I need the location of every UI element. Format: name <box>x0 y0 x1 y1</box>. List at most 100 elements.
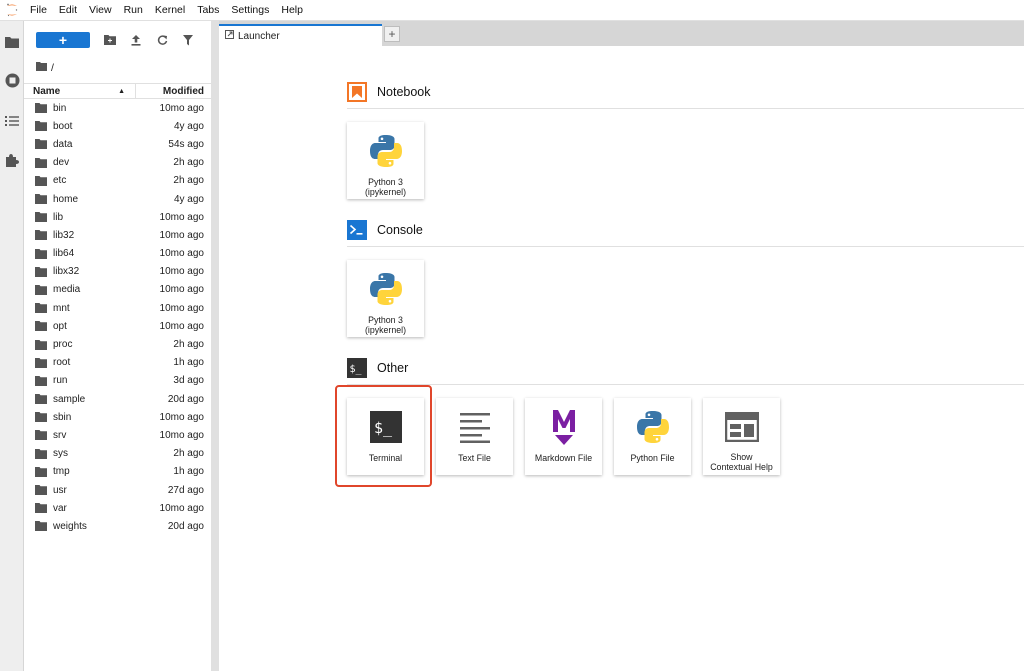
file-row[interactable]: tmp 1h ago <box>24 463 211 481</box>
folder-icon <box>35 485 47 496</box>
file-modified: 20d ago <box>167 520 204 532</box>
python-icon <box>633 407 673 447</box>
file-row[interactable]: libx32 10mo ago <box>24 263 211 281</box>
card-label-line2: Contextual Help <box>710 462 773 472</box>
notebook-icon <box>347 82 367 102</box>
file-row[interactable]: var 10mo ago <box>24 499 211 517</box>
file-name: opt <box>53 320 67 332</box>
file-row[interactable]: usr 27d ago <box>24 481 211 499</box>
notebook-python3-card[interactable]: Python 3 (ipykernel) <box>347 122 424 199</box>
main-area: Launcher + Notebook Python 3 (ipykernel) <box>215 21 1024 671</box>
file-row[interactable]: opt 10mo ago <box>24 317 211 335</box>
python-file-card[interactable]: Python File <box>614 398 691 475</box>
menu-settings[interactable]: Settings <box>225 0 275 21</box>
menu-tabs[interactable]: Tabs <box>191 0 225 21</box>
folder-icon <box>35 394 47 405</box>
markdown-file-card[interactable]: Markdown File <box>525 398 602 475</box>
refresh-icon[interactable] <box>154 32 170 48</box>
filter-icon[interactable] <box>180 32 196 48</box>
folder-icon <box>35 230 47 241</box>
folder-icon <box>35 212 47 223</box>
extension-puzzle-icon[interactable] <box>4 152 20 168</box>
folder-icon <box>35 103 47 114</box>
folder-icon <box>35 521 47 532</box>
file-modified: 10mo ago <box>159 284 204 296</box>
menu-file[interactable]: File <box>24 0 53 21</box>
upload-icon[interactable] <box>128 32 144 48</box>
console-icon <box>347 220 367 240</box>
file-modified: 10mo ago <box>159 411 204 423</box>
text-file-label: Text File <box>458 453 491 463</box>
text-file-card[interactable]: Text File <box>436 398 513 475</box>
folder-icon <box>35 194 47 205</box>
contextual-help-label: Show Contextual Help <box>706 452 777 472</box>
folder-icon <box>35 303 47 314</box>
file-row[interactable]: mnt 10mo ago <box>24 299 211 317</box>
file-modified: 3d ago <box>173 375 204 387</box>
file-row[interactable]: lib64 10mo ago <box>24 245 211 263</box>
terminal-label: Terminal <box>368 453 403 463</box>
menu-help[interactable]: Help <box>275 0 309 21</box>
file-row[interactable]: proc 2h ago <box>24 335 211 353</box>
file-row[interactable]: dev 2h ago <box>24 154 211 172</box>
breadcrumb[interactable]: / <box>24 59 211 77</box>
file-row[interactable]: bin 10mo ago <box>24 99 211 117</box>
file-name: tmp <box>53 466 70 478</box>
file-modified: 10mo ago <box>159 248 204 260</box>
running-sessions-icon[interactable] <box>4 72 20 88</box>
folder-icon[interactable] <box>4 34 20 50</box>
file-row[interactable]: weights 20d ago <box>24 517 211 535</box>
other-section-title: $_ Other <box>347 358 408 378</box>
menu-edit[interactable]: Edit <box>53 0 83 21</box>
folder-icon <box>35 430 47 441</box>
file-modified: 10mo ago <box>159 229 204 241</box>
file-row[interactable]: media 10mo ago <box>24 281 211 299</box>
file-row[interactable]: sample 20d ago <box>24 390 211 408</box>
file-row[interactable]: data 54s ago <box>24 135 211 153</box>
file-row[interactable]: srv 10mo ago <box>24 426 211 444</box>
tab-launcher[interactable]: Launcher <box>219 24 382 46</box>
file-row[interactable]: lib 10mo ago <box>24 208 211 226</box>
new-launcher-button[interactable]: + <box>36 32 90 48</box>
file-row[interactable]: boot 4y ago <box>24 117 211 135</box>
file-name: proc <box>53 339 73 351</box>
menu-kernel[interactable]: Kernel <box>149 0 191 21</box>
menu-run[interactable]: Run <box>118 0 149 21</box>
notebook-section-label: Notebook <box>377 85 431 99</box>
file-row[interactable]: lib32 10mo ago <box>24 226 211 244</box>
table-of-contents-icon[interactable] <box>4 113 20 129</box>
file-modified: 10mo ago <box>159 266 204 278</box>
file-row[interactable]: home 4y ago <box>24 190 211 208</box>
folder-icon <box>35 339 47 350</box>
column-header-name[interactable]: Name ▲ <box>24 84 136 98</box>
file-row[interactable]: root 1h ago <box>24 354 211 372</box>
breadcrumb-path[interactable]: / <box>51 62 54 74</box>
section-divider <box>347 384 1024 385</box>
console-python3-card[interactable]: Python 3 (ipykernel) <box>347 260 424 337</box>
terminal-card[interactable]: $_ Terminal <box>347 398 424 475</box>
console-section-title: Console <box>347 220 423 240</box>
file-row[interactable]: sys 2h ago <box>24 445 211 463</box>
column-header-modified[interactable]: Modified <box>136 86 211 97</box>
file-name: mnt <box>53 302 70 314</box>
python-file-label: Python File <box>630 453 675 463</box>
other-section-label: Other <box>377 361 409 375</box>
card-label-line2: (ipykernel) <box>364 187 407 197</box>
file-modified: 27d ago <box>167 484 204 496</box>
new-folder-icon[interactable] <box>102 32 118 48</box>
file-name: data <box>53 138 73 150</box>
folder-icon <box>35 466 47 477</box>
file-modified: 4y ago <box>173 193 204 205</box>
file-row[interactable]: run 3d ago <box>24 372 211 390</box>
contextual-help-card[interactable]: Show Contextual Help <box>703 398 780 475</box>
file-name: boot <box>53 120 73 132</box>
add-tab-button[interactable]: + <box>384 26 400 42</box>
activity-bar <box>0 21 24 671</box>
menubar: File Edit View Run Kernel Tabs Settings … <box>0 0 1024 21</box>
file-modified: 1h ago <box>173 466 204 478</box>
file-modified: 10mo ago <box>159 302 204 314</box>
menu-view[interactable]: View <box>83 0 118 21</box>
file-modified: 54s ago <box>168 138 204 150</box>
file-row[interactable]: sbin 10mo ago <box>24 408 211 426</box>
file-row[interactable]: etc 2h ago <box>24 172 211 190</box>
